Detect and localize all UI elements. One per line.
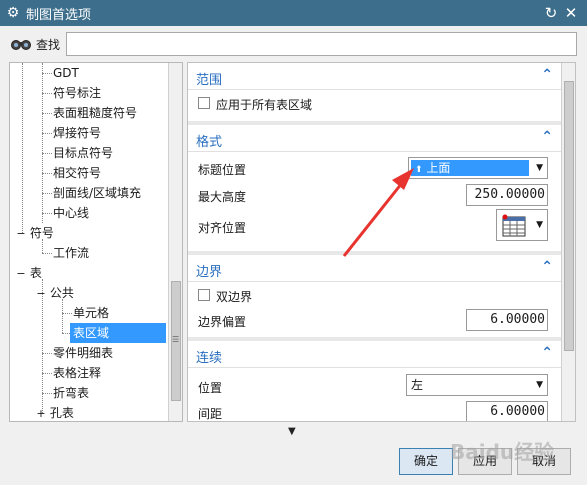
expand-dialog-icon[interactable]: ▼ — [288, 426, 296, 437]
annotation-arrow — [342, 168, 414, 257]
ok-button[interactable]: 确定 — [399, 448, 453, 475]
watermark: Baidu经验 — [450, 440, 555, 464]
